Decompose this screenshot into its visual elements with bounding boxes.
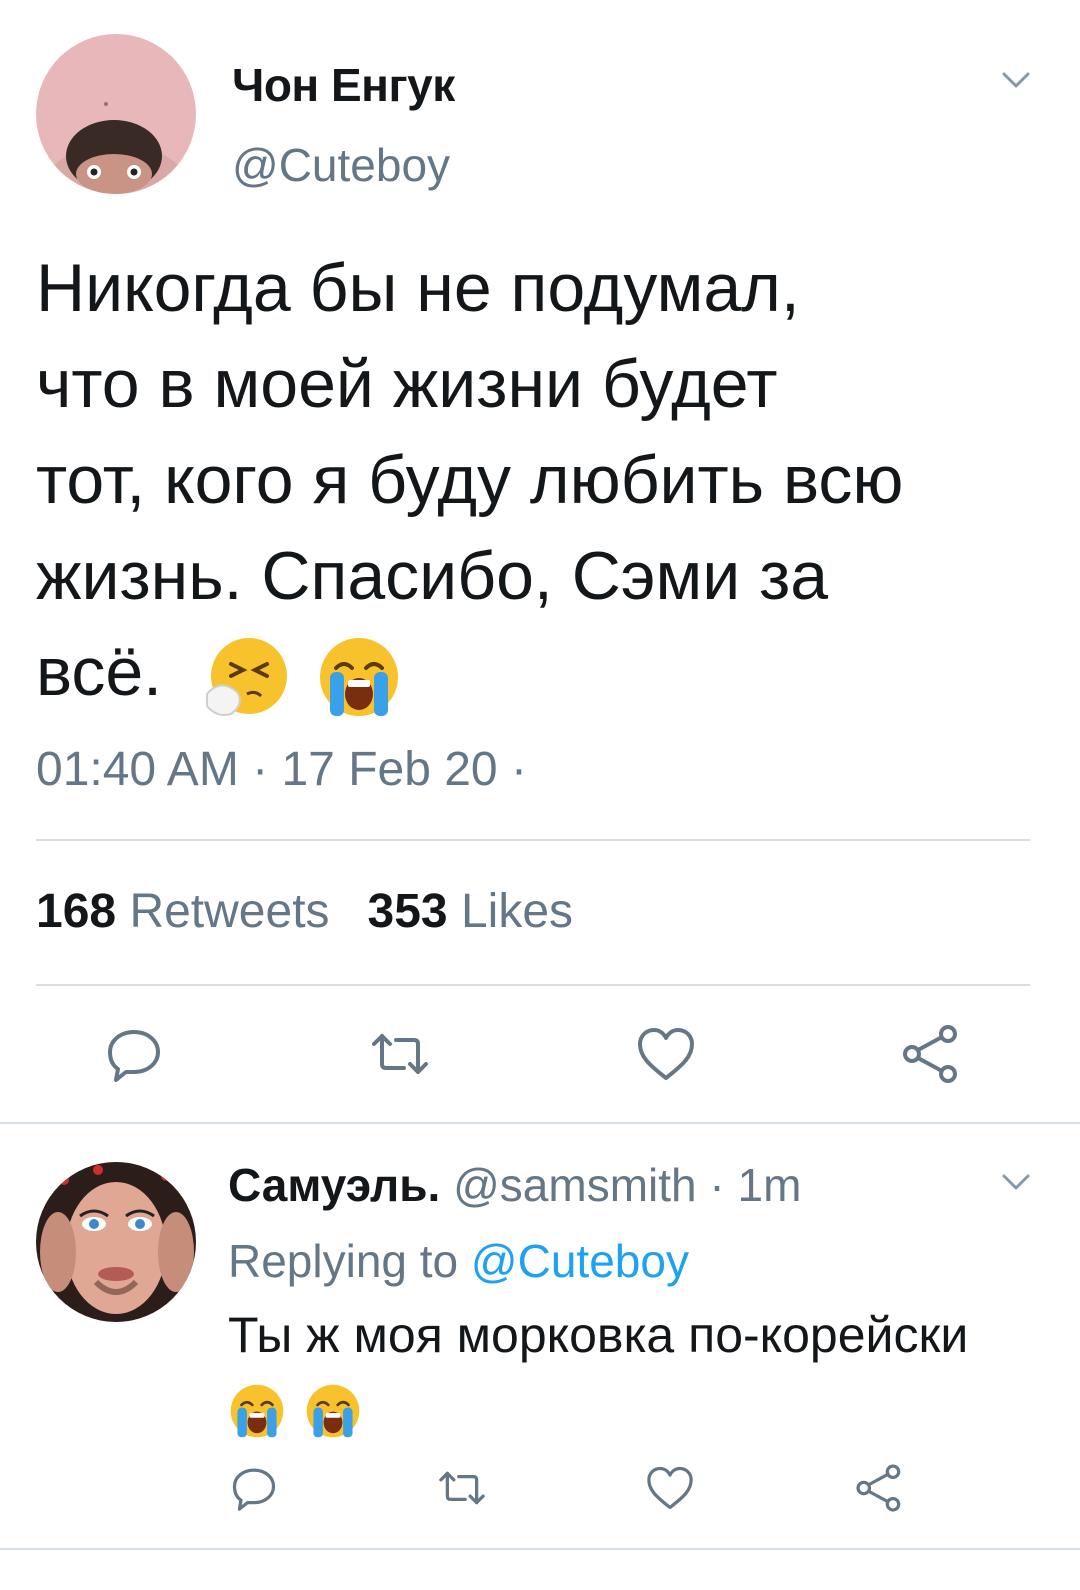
like-icon[interactable] [644,1462,696,1514]
likes-label: Likes [460,885,574,938]
replying-mention-link[interactable]: @Cuteboy [471,1235,689,1287]
divider [0,1122,1080,1124]
author-display-name[interactable]: Чон Енгук [232,58,455,112]
tweet-text-line: тот, кого я буду любить всю [36,442,904,518]
reply-author-handle[interactable]: @samsmith [453,1159,697,1211]
author-handle[interactable]: @Cuteboy [232,138,450,192]
likes-count: 353 [367,885,448,938]
tweet-detail-page: Чон Енгук @Cuteboy Никогда бы не подумал… [0,0,1080,1590]
tweet-text-line: жизнь. Спасибо, Сэми за [36,538,829,614]
reply-text: Ты ж моя морковка по-корейски [228,1302,1048,1440]
tweet-text-line: Никогда бы не подумал, [36,250,800,326]
replying-prefix: Replying to [228,1235,459,1287]
reply-author-display-name[interactable]: Самуэль. [228,1159,440,1211]
chevron-down-icon[interactable] [996,1162,1036,1202]
reply-icon[interactable] [228,1462,280,1514]
share-icon[interactable] [900,1022,964,1086]
loudly-crying-face-emoji [316,634,402,720]
author-avatar[interactable] [36,34,196,194]
sneezing-face-emoji [203,634,289,720]
reply-time[interactable]: 1m [737,1159,801,1211]
retweet-icon[interactable] [368,1022,432,1086]
reply-text-line: Ты ж моя морковка по-корейски [228,1307,969,1363]
reply-header: Самуэль. @samsmith · 1m [228,1158,801,1212]
retweets-count: 168 [36,885,117,938]
likes-stat[interactable]: 353 Likes [368,885,574,938]
reply-separator: · [696,1159,738,1211]
replying-to: Replying to @Cuteboy [228,1234,689,1288]
share-icon[interactable] [854,1462,906,1514]
divider [0,1548,1080,1550]
divider [36,984,1030,986]
reply-emoji-line [228,1374,1048,1440]
tweet-stats: 168 Retweets 353 Likes [36,884,573,939]
loudly-crying-face-emoji [228,1382,286,1440]
divider [36,839,1030,841]
retweet-icon[interactable] [436,1462,488,1514]
tweet-text: Никогда бы не подумал, что в моей жизни … [36,240,1046,720]
loudly-crying-face-emoji [304,1382,362,1440]
retweets-label: Retweets [129,885,330,938]
tweet-timestamp[interactable]: 01:40 AM · 17 Feb 20 · [36,742,527,797]
retweets-stat[interactable]: 168 Retweets [36,885,330,938]
reply-icon[interactable] [102,1022,166,1086]
tweet-text-line: всё. [36,624,1046,720]
like-icon[interactable] [634,1022,698,1086]
tweet-text-last-words: всё. [36,634,163,710]
reply-author-avatar[interactable] [36,1162,196,1322]
tweet-text-line: что в моей жизни будет [36,346,778,422]
chevron-down-icon[interactable] [996,60,1036,100]
